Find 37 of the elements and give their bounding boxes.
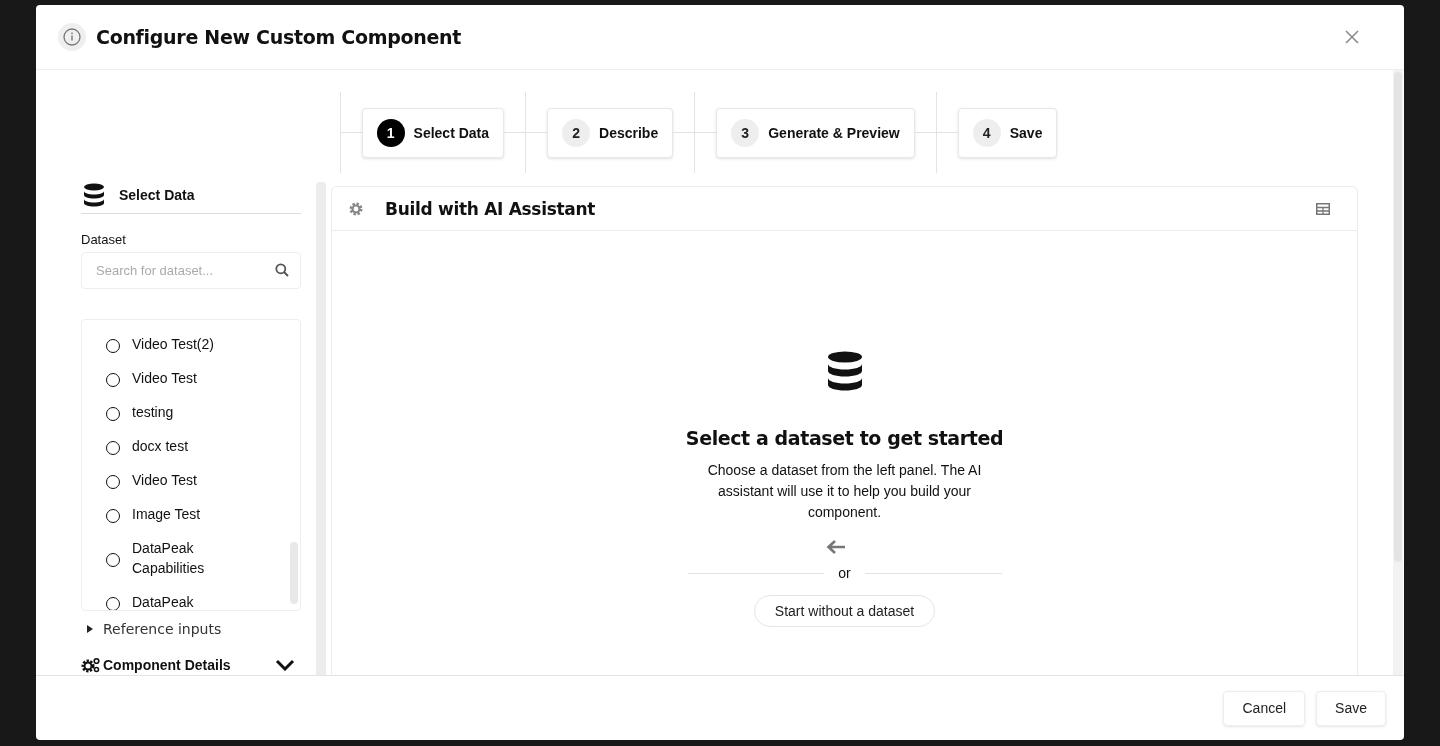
database-icon (83, 183, 105, 207)
field-label: Dataset (81, 232, 127, 247)
table-icon[interactable] (1316, 202, 1330, 215)
database-icon (826, 351, 863, 391)
empty-state-heading: Select a dataset to get started (685, 427, 1004, 449)
scrollbar-thumb[interactable] (1394, 72, 1402, 562)
dataset-option[interactable]: docx test (106, 436, 236, 456)
section-title: Component Details (103, 657, 231, 673)
reference-inputs-toggle[interactable]: Reference inputs (87, 621, 301, 637)
close-icon[interactable] (1345, 30, 1359, 44)
dataset-option[interactable]: Image Test (106, 504, 236, 524)
divider-text: or (838, 565, 851, 581)
search-field[interactable]: Search for dataset... (81, 252, 301, 289)
info-icon (58, 23, 86, 51)
dataset-option[interactable]: Video Test (106, 368, 236, 388)
panel-title: Build with AI Assistant (385, 198, 596, 219)
dataset-option[interactable]: DataPeak (106, 592, 236, 610)
save-button[interactable]: Save (1316, 690, 1386, 726)
cancel-button[interactable]: Cancel (1223, 690, 1306, 726)
dialog-title: Configure New Custom Component (96, 26, 462, 48)
gear-icon (349, 201, 363, 216)
search-icon (275, 263, 289, 277)
chevron-down-icon[interactable] (275, 659, 295, 671)
dataset-option[interactable]: DataPeak Capabilities (106, 538, 236, 578)
panel-title: Select Data (119, 187, 195, 203)
dataset-option[interactable]: Video Test (106, 470, 236, 490)
step-tab[interactable]: 4 Save (957, 107, 1058, 158)
step-tab[interactable]: 3 Generate & Preview (716, 107, 915, 158)
step-tab[interactable]: 1 Select Data (361, 107, 505, 158)
dataset-option[interactable]: testing (106, 402, 236, 422)
empty-state-text: Choose a dataset from the left panel. The AI assistant will use it to help you build your component. (706, 461, 983, 522)
scrollbar-track[interactable] (316, 182, 326, 675)
dataset-option[interactable]: Video Test(2) (106, 334, 236, 354)
start-without-dataset-button[interactable]: Start without a dataset (753, 595, 936, 627)
arrow-left-icon (825, 539, 846, 555)
step-tab[interactable]: 2 Describe (547, 107, 674, 158)
gears-icon (81, 657, 101, 673)
